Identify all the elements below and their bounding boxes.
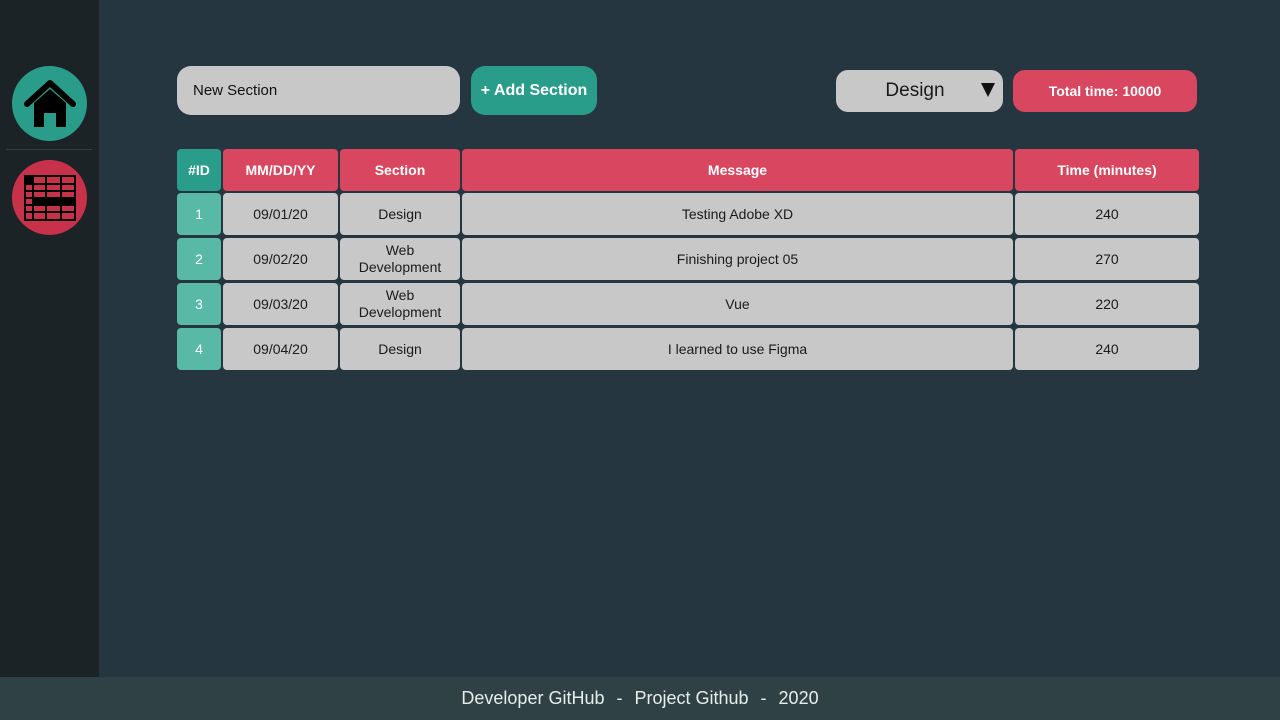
- header-date: MM/DD/YY: [223, 149, 338, 191]
- header-message: Message: [462, 149, 1013, 191]
- row-section: Web Development: [340, 283, 460, 325]
- row-section: Web Development: [340, 238, 460, 280]
- row-date: 09/04/20: [223, 328, 338, 370]
- row-date: 09/02/20: [223, 238, 338, 280]
- row-id: 2: [177, 238, 221, 280]
- footer-developer-link[interactable]: Developer GitHub: [461, 688, 604, 709]
- row-id: 3: [177, 283, 221, 325]
- header-id: #ID: [177, 149, 221, 191]
- footer-project-link[interactable]: Project Github: [634, 688, 748, 709]
- row-time: 240: [1015, 328, 1199, 370]
- total-time-badge: Total time: 10000: [1013, 70, 1197, 112]
- row-message: I learned to use Figma: [462, 328, 1013, 370]
- section-select[interactable]: Design: [836, 70, 1003, 112]
- row-message: Vue: [462, 283, 1013, 325]
- row-date: 09/01/20: [223, 193, 338, 235]
- home-icon: [23, 79, 76, 127]
- row-time: 240: [1015, 193, 1199, 235]
- header-section: Section: [340, 149, 460, 191]
- sidebar-item-home[interactable]: [12, 66, 87, 141]
- sidebar-item-table[interactable]: [12, 160, 87, 235]
- sidebar: [0, 0, 99, 677]
- row-section: Design: [340, 328, 460, 370]
- row-message: Testing Adobe XD: [462, 193, 1013, 235]
- row-id: 1: [177, 193, 221, 235]
- row-section: Design: [340, 193, 460, 235]
- row-date: 09/03/20: [223, 283, 338, 325]
- footer-separator: -: [760, 688, 767, 708]
- footer-year: 2020: [778, 688, 819, 708]
- sidebar-divider: [6, 149, 92, 150]
- add-section-button[interactable]: + Add Section: [471, 66, 597, 115]
- row-message: Finishing project 05: [462, 238, 1013, 280]
- footer-separator: -: [616, 688, 623, 708]
- header-time: Time (minutes): [1015, 149, 1199, 191]
- row-time: 220: [1015, 283, 1199, 325]
- section-name-input[interactable]: [177, 66, 460, 115]
- row-time: 270: [1015, 238, 1199, 280]
- dropdown-arrow-icon: [981, 83, 995, 97]
- row-id: 4: [177, 328, 221, 370]
- table-icon: [23, 174, 76, 221]
- section-select-value: Design: [885, 80, 945, 101]
- footer: Developer GitHub - Project Github - 2020: [0, 677, 1280, 720]
